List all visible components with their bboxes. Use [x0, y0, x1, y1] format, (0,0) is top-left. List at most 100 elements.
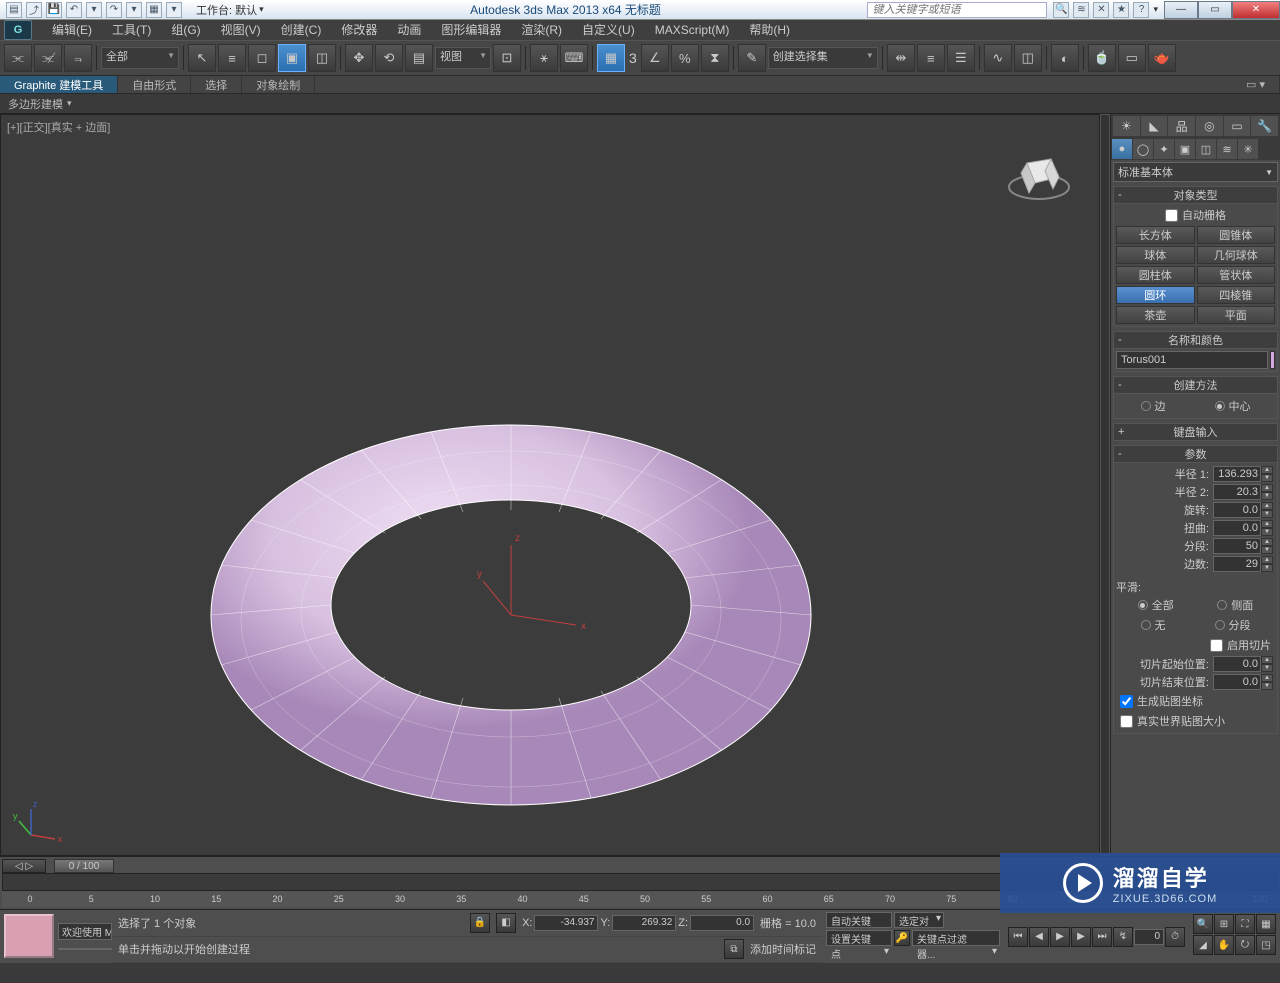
menu-edit[interactable]: 编辑(E) [42, 20, 102, 40]
smooth-none-radio[interactable]: 无 [1137, 615, 1170, 635]
smooth-sides-radio[interactable]: 侧面 [1213, 595, 1257, 615]
cmd-tab-hierarchy-icon[interactable]: 品 [1168, 116, 1195, 136]
slice-to-spinner[interactable]: ▲▼ [1213, 674, 1273, 690]
new-icon[interactable]: ▤ [6, 2, 22, 18]
named-selset-dropdown[interactable]: 创建选择集 [768, 47, 878, 69]
current-frame-input[interactable] [1134, 929, 1164, 945]
prim-cylinder[interactable]: 圆柱体 [1116, 266, 1195, 284]
viewcube[interactable] [999, 135, 1079, 215]
save-icon[interactable]: 💾 [46, 2, 62, 18]
prim-box[interactable]: 长方体 [1116, 226, 1195, 244]
maxscript-mini-listener[interactable] [4, 914, 54, 958]
subtab-geometry-icon[interactable]: ● [1112, 139, 1132, 159]
key-mode-icon[interactable]: ↯ [1113, 927, 1133, 947]
object-name-input[interactable] [1116, 351, 1268, 369]
rollout-head-params[interactable]: -参数 [1113, 445, 1278, 463]
rotation-spinner[interactable]: ▲▼ [1213, 502, 1273, 518]
key-icon[interactable]: 🔑 [894, 930, 910, 946]
close-button[interactable]: ✕ [1232, 1, 1280, 19]
prim-plane[interactable]: 平面 [1197, 306, 1276, 324]
goto-end-icon[interactable]: ⏭ [1092, 927, 1112, 947]
menu-group[interactable]: 组(G) [161, 20, 210, 40]
prim-sphere[interactable]: 球体 [1116, 246, 1195, 264]
menu-modifiers[interactable]: 修改器 [331, 20, 387, 40]
rotate-icon[interactable]: ⟲ [375, 44, 403, 72]
schematic-icon[interactable]: ◫ [1014, 44, 1042, 72]
paint-select-icon[interactable]: ▣ [278, 44, 306, 72]
align-icon[interactable]: ≡ [917, 44, 945, 72]
edit-sel-set-icon[interactable]: ✎ [738, 44, 766, 72]
zoom-icon[interactable]: 🔍 [1193, 914, 1213, 934]
set-key-button[interactable]: 设置关键点 [826, 930, 892, 946]
pivot-icon[interactable]: ⊡ [493, 44, 521, 72]
layers-icon[interactable]: ☰ [947, 44, 975, 72]
time-config-icon[interactable]: ⏱ [1165, 927, 1185, 947]
mat-editor-icon[interactable]: ◐ [1051, 44, 1079, 72]
percent-snap-icon[interactable]: % [671, 44, 699, 72]
zoom-extents-icon[interactable]: ⛶ [1235, 914, 1255, 934]
key-target-dropdown[interactable]: 选定对 [894, 912, 944, 928]
qat-dd-icon[interactable]: ▾ [166, 2, 182, 18]
menu-custom[interactable]: 自定义(U) [572, 20, 645, 40]
help-icon[interactable]: ? [1133, 2, 1149, 18]
graphite-tab-selection[interactable]: 选择 [191, 76, 242, 93]
orbit-icon[interactable]: ⭮ [1235, 935, 1255, 955]
rollout-head-keyboard[interactable]: +键盘输入 [1113, 423, 1278, 441]
subtab-helpers-icon[interactable]: ◫ [1196, 139, 1216, 159]
prim-tube[interactable]: 管状体 [1197, 266, 1276, 284]
select-name-icon[interactable]: ≡ [218, 44, 246, 72]
prim-torus[interactable]: 圆环 [1116, 286, 1195, 304]
redo-dd-icon[interactable]: ▾ [126, 2, 142, 18]
coord-x-input[interactable] [534, 915, 598, 931]
unlink-icon[interactable]: ⫘̸ [34, 44, 62, 72]
menu-views[interactable]: 视图(V) [211, 20, 271, 40]
goto-start-icon[interactable]: ⏮ [1008, 927, 1028, 947]
subtab-warps-icon[interactable]: ≋ [1217, 139, 1237, 159]
viewport-scrollbar[interactable] [1100, 114, 1110, 856]
marquee-icon[interactable]: ◻ [248, 44, 276, 72]
key-filters-dropdown[interactable]: 关键点过滤器... [912, 930, 1000, 946]
selection-filter-dropdown[interactable]: 全部 [101, 47, 179, 69]
listener-input[interactable] [58, 948, 112, 950]
render-icon[interactable]: 🫖 [1148, 44, 1176, 72]
select-icon[interactable]: ↖ [188, 44, 216, 72]
sides-spinner[interactable]: ▲▼ [1213, 556, 1273, 572]
link-icon[interactable]: ⫘ [4, 44, 32, 72]
menu-animation[interactable]: 动画 [387, 20, 431, 40]
app-menu-button[interactable]: G [4, 20, 32, 40]
gen-map-check[interactable]: 生成贴图坐标 [1116, 691, 1275, 711]
ribbon-collapse-icon[interactable]: ▭ ▾ [1232, 76, 1280, 93]
trackbar-toggle-icon[interactable]: ◁ ▷ [2, 859, 46, 873]
auto-key-button[interactable]: 自动关键点 [826, 912, 892, 928]
scale-icon[interactable]: ▤ [405, 44, 433, 72]
method-center-radio[interactable]: 中心 [1211, 396, 1255, 416]
menu-render[interactable]: 渲染(R) [511, 20, 572, 40]
comm-icon[interactable]: ≋ [1073, 2, 1089, 18]
spinner-snap-icon[interactable]: ⧗ [701, 44, 729, 72]
menu-graph[interactable]: 图形编辑器 [431, 20, 511, 40]
snap-2d-icon[interactable]: ▦ [597, 44, 625, 72]
help-search-input[interactable] [867, 2, 1047, 18]
coord-z-input[interactable] [690, 915, 754, 931]
angle-snap-icon[interactable]: ∠ [641, 44, 669, 72]
cmd-tab-modify-icon[interactable]: ◣ [1141, 116, 1168, 136]
cmd-tab-motion-icon[interactable]: ◎ [1196, 116, 1223, 136]
redo-icon[interactable]: ↷ [106, 2, 122, 18]
refsys-dropdown[interactable]: 视图 [435, 47, 491, 69]
rollout-head-method[interactable]: -创建方法 [1113, 376, 1278, 394]
time-handle[interactable]: 0 / 100 [54, 859, 114, 873]
radius2-spinner[interactable]: ▲▼ [1213, 484, 1273, 500]
prim-teapot[interactable]: 茶壶 [1116, 306, 1195, 324]
exchange-icon[interactable]: ✕ [1093, 2, 1109, 18]
prev-frame-icon[interactable]: ◀ [1029, 927, 1049, 947]
favorite-icon[interactable]: ★ [1113, 2, 1129, 18]
object-color-swatch[interactable] [1270, 351, 1275, 369]
undo-dd-icon[interactable]: ▾ [86, 2, 102, 18]
zoom-all-icon[interactable]: ⊞ [1214, 914, 1234, 934]
minimize-button[interactable]: — [1164, 1, 1198, 19]
move-icon[interactable]: ✥ [345, 44, 373, 72]
radius1-spinner[interactable]: ▲▼ [1213, 466, 1273, 482]
prim-pyramid[interactable]: 四棱锥 [1197, 286, 1276, 304]
project-icon[interactable]: ▦ [146, 2, 162, 18]
subtab-shapes-icon[interactable]: ◯ [1133, 139, 1153, 159]
